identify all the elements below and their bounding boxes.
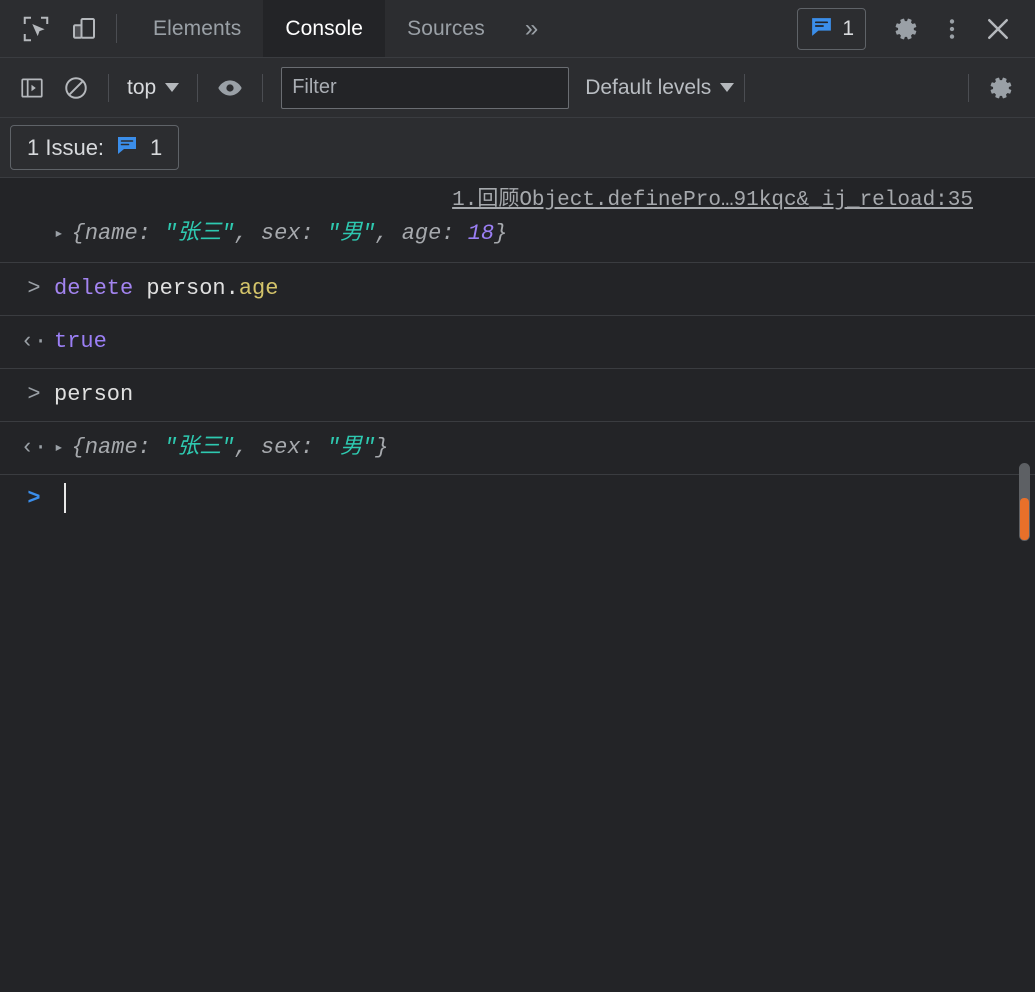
execution-context-dropdown[interactable]: top (119, 72, 187, 104)
toolbar-divider-2 (197, 73, 199, 102)
issue-message-icon (809, 14, 834, 44)
issue-message-icon (115, 133, 139, 162)
code-dot: . (225, 276, 239, 301)
console-message-list[interactable]: 1.回顾Object.definePro…91kqc&_ij_reload:35… (0, 178, 1035, 992)
tab-console[interactable]: Console (263, 0, 386, 57)
input-marker: > (27, 276, 41, 301)
tab-sources[interactable]: Sources (385, 0, 507, 57)
tabbar-right-controls: 1 (797, 0, 1035, 57)
input-marker: > (27, 382, 41, 407)
issues-badge-count: 1 (842, 16, 854, 40)
expand-triangle-icon[interactable]: ▸ (54, 430, 64, 466)
scrollbar-issue-marker (1020, 498, 1029, 540)
logged-object: {name: "张三", sex: "男", age: 18} (72, 216, 508, 252)
result-object: {name: "张三", sex: "男"} (72, 430, 389, 466)
input-expression: person (54, 382, 134, 407)
issues-summary-button[interactable]: 1 Issue: 1 (10, 125, 180, 170)
object-value-sex: "男" (326, 221, 376, 246)
expand-triangle-icon[interactable]: ▸ (54, 216, 64, 252)
input-line: > person (0, 377, 1035, 413)
output-object-line: ‹· ▸ {name: "张三", sex: "男"} (0, 430, 1035, 466)
close-icon[interactable] (975, 6, 1021, 52)
log-levels-label: Default levels (585, 75, 712, 99)
source-link[interactable]: 1.回顾Object.definePro…91kqc&_ij_reload:35 (0, 186, 1035, 216)
console-log-row[interactable]: 1.回顾Object.definePro…91kqc&_ij_reload:35… (0, 178, 1035, 263)
identifier-person: person (146, 276, 226, 301)
object-value-name: "张三" (164, 221, 235, 246)
toolbar-divider-5 (968, 73, 969, 102)
console-output-row[interactable]: ‹· ▸ {name: "张三", sex: "男"} (0, 422, 1035, 475)
keyword-delete: delete (54, 276, 134, 301)
object-value-age: 18 (467, 221, 495, 246)
output-marker: ‹· (20, 329, 48, 354)
toolbar-divider-4 (744, 73, 746, 102)
console-prompt[interactable]: > (0, 475, 1035, 521)
property-age: age (238, 276, 279, 301)
console-input-row[interactable]: > person (0, 369, 1035, 422)
live-expression-eye-icon[interactable] (208, 66, 252, 110)
input-expression: delete person.age (54, 271, 278, 307)
object-key-age: age: (401, 221, 468, 246)
output-value-true: true (54, 329, 107, 354)
object-separator: , (375, 221, 402, 246)
object-separator: , (234, 435, 261, 460)
device-toolbar-icon[interactable] (60, 0, 108, 57)
object-open-brace: { (71, 435, 85, 460)
devtools-tabbar: Elements Console Sources » 1 (0, 0, 1035, 58)
issues-bar: 1 Issue: 1 (0, 118, 1035, 178)
tab-console-label: Console (285, 16, 364, 40)
tab-elements[interactable]: Elements (131, 0, 263, 57)
toolbar-divider-3 (262, 73, 264, 102)
console-input-row[interactable]: > delete person.age (0, 263, 1035, 316)
execution-context-label: top (127, 75, 157, 99)
log-object-line: ▸ {name: "张三", sex: "男", age: 18} (0, 216, 1035, 252)
clear-console-icon[interactable] (54, 66, 98, 110)
issues-badge-button[interactable]: 1 (797, 7, 866, 50)
output-line: ‹· true (0, 324, 1035, 360)
kebab-menu-icon[interactable] (929, 6, 975, 52)
panel-tabs: Elements Console Sources » (131, 0, 556, 57)
console-toolbar: top Default levels (0, 58, 1035, 118)
filter-input[interactable] (281, 66, 570, 109)
devtools-window: Elements Console Sources » 1 top Filter … (0, 0, 1035, 992)
object-value-sex: "男" (326, 435, 376, 460)
object-close-brace: } (494, 221, 508, 246)
tab-sources-label: Sources (407, 16, 485, 40)
toolbar-divider-1 (108, 73, 109, 102)
chevron-down-icon (720, 83, 735, 92)
tabbar-divider (116, 14, 117, 43)
more-tabs-chevron-icon[interactable]: » (507, 0, 556, 57)
tab-elements-label: Elements (153, 16, 242, 40)
input-line: > delete person.age (0, 271, 1035, 307)
issues-bar-count: 1 (150, 134, 163, 160)
object-close-brace: } (375, 435, 389, 460)
console-sidebar-icon[interactable] (10, 66, 54, 110)
console-output-row[interactable]: ‹· true (0, 316, 1035, 369)
more-tabs-label: » (524, 14, 539, 42)
object-key-sex: sex: (260, 435, 327, 460)
text-cursor (64, 483, 66, 513)
object-open-brace: { (71, 221, 85, 246)
chevron-down-icon (165, 83, 180, 92)
object-key-name: name: (84, 221, 165, 246)
object-value-name: "张三" (164, 435, 235, 460)
inspect-element-icon[interactable] (12, 0, 60, 57)
object-key-name: name: (84, 435, 165, 460)
object-key-sex: sex: (260, 221, 327, 246)
log-levels-dropdown[interactable]: Default levels (585, 75, 735, 100)
prompt-chevron-icon: > (27, 485, 41, 511)
console-scrollbar[interactable] (1019, 178, 1031, 992)
output-marker: ‹· (20, 435, 48, 460)
issues-bar-label: 1 Issue: (27, 134, 105, 160)
object-separator: , (234, 221, 261, 246)
gear-icon[interactable] (883, 6, 929, 52)
console-settings-gear-icon[interactable] (979, 66, 1023, 110)
